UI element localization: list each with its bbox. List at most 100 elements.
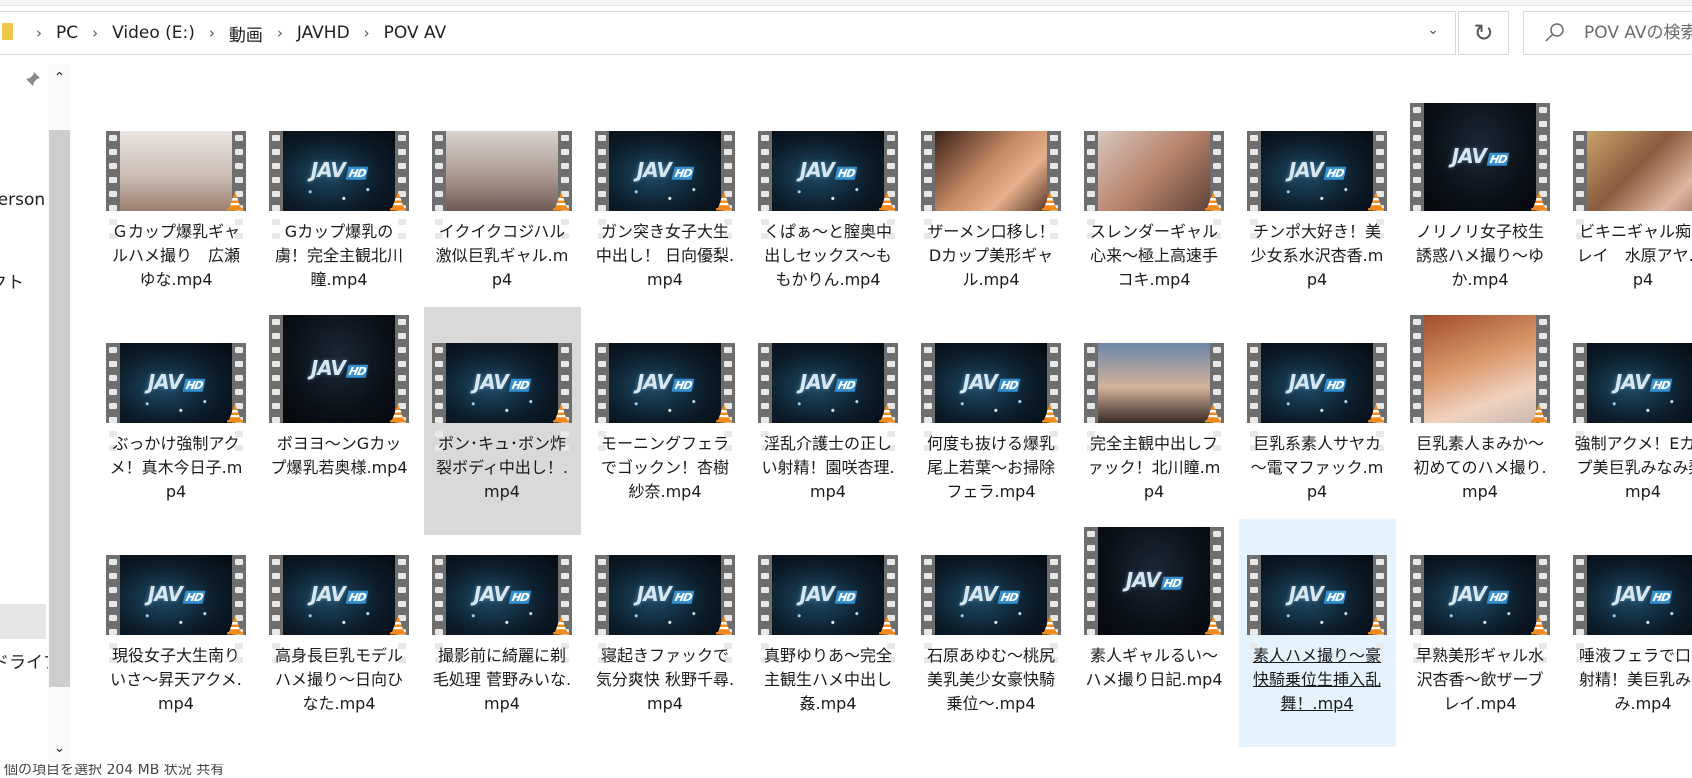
thumbnail-frame: JAV HD [935,343,1047,423]
file-item[interactable]: JAV HD ボヨヨ～ンGカップ爆乳若奥様.mp4 [261,307,418,535]
logo-text: JAV [799,581,835,606]
file-item[interactable]: JAV HD 巨乳系素人サヤカ～電マファック.mp4 [1239,307,1396,535]
film-strip [106,131,120,239]
file-item[interactable]: JAV HD ボン･キュ･ボン炸裂ボディ中出し！.mp4 [424,307,581,535]
file-item[interactable]: JAV HD 石原あゆむ～桃尻美乳美少女豪快騎乗位～.mp4 [913,519,1070,747]
scrollbar-thumb[interactable] [49,130,70,687]
chevron-right-icon[interactable]: › [24,24,54,42]
thumbnail-frame: JAV HD [1587,343,1692,423]
breadcrumb-video-drive[interactable]: Video (E:) [110,23,197,43]
file-item[interactable]: JAV HD 素人ハメ撮り～豪快騎乗位生挿入乱舞！.mp4 [1239,519,1396,747]
jav-hd-logo: JAV HD [609,158,721,182]
file-item[interactable]: JAV HD 淫乱介護士の正しい射精！園咲杏理.mp4 [750,307,907,535]
vlc-cone-icon [1042,616,1058,635]
nav-item-person[interactable]: Person [0,190,45,210]
logo-text: JAV [636,369,672,394]
file-name: モーニングフェラでゴックン！杏樹紗奈.mp4 [600,434,729,501]
file-item[interactable]: JAV HD ぶっかけ強制アクメ！真木今日子.mp4 [98,307,255,535]
vlc-cone-icon [1368,404,1384,423]
film-strip [432,131,446,239]
file-item[interactable]: JAV HD モーニングフェラでゴックン！杏樹紗奈.mp4 [587,307,744,535]
file-item[interactable]: 完全主観中出しファック！北川瞳.mp4 [1076,307,1233,535]
file-item[interactable]: JAV HD 何度も抜ける爆乳尾上若葉～お掃除フェラ.mp4 [913,307,1070,535]
thumbnail-frame: JAV HD [120,343,232,423]
film-strip [921,555,935,663]
file-item[interactable]: JAV HD 素人ギャルるい～ハメ撮り日記.mp4 [1076,519,1233,747]
pin-icon[interactable] [24,70,42,88]
video-thumbnail: JAV HD [758,343,898,451]
logo-badge: HD [834,378,858,392]
video-thumbnail: JAV HD [432,343,572,451]
video-thumbnail: JAV HD [595,343,735,451]
video-thumbnail: JAV HD [595,131,735,239]
file-item[interactable]: 巨乳素人まみか～初めてのハメ撮り.mp4 [1402,307,1559,535]
jav-hd-logo: JAV HD [1261,582,1373,606]
breadcrumb-javhd[interactable]: JAVHD [295,23,352,43]
file-item[interactable]: イクイクコジハル激似巨乳ギャル.mp4 [424,95,581,323]
thumbnail-frame: JAV HD [772,555,884,635]
logo-badge: HD [671,166,695,180]
file-item[interactable]: JAV HD 早熟美形ギャル水沢杏香～飲ザーブレイ.mp4 [1402,519,1559,747]
file-item[interactable]: JAV HD 寝起きファックで気分爽快 秋野千尋.mp4 [587,519,744,747]
nav-item-selected[interactable] [0,604,46,639]
jav-hd-logo: JAV HD [609,582,721,606]
file-item[interactable]: JAV HD 撮影前に綺麗に剃毛処理 菅野みいな.mp4 [424,519,581,747]
file-item[interactable]: ビキニギャル痴女レイ 水原アヤ.mp4 [1565,95,1692,323]
file-item[interactable]: JAV HD 真野ゆりあ～完全主観生ハメ中出し姦.mp4 [750,519,907,747]
vlc-cone-icon [390,192,406,211]
thumbnail-frame: JAV HD [609,131,721,211]
nav-item-object[interactable]: クト [0,268,24,293]
thumbnail-frame: JAV HD [1261,555,1373,635]
star-particles [128,607,224,629]
file-item[interactable]: スレンダーギャル心来～極上高速手コキ.mp4 [1076,95,1233,323]
file-item[interactable]: JAV HD くぱぁ～と膣奥中出しセックス～ももかりん.mp4 [750,95,907,323]
file-item[interactable]: JAV HD 高身長巨乳モデルハメ撮り～日向ひなた.mp4 [261,519,418,747]
status-bar: 個の項目を選択 204 MB 状況 共有 [0,764,1692,778]
file-item[interactable]: JAVHD 唾液フェラで口内射精！美巨乳みなみ.mp4 [1565,519,1692,747]
thumbnail-frame: JAV HD [446,555,558,635]
search-input[interactable] [1584,21,1692,45]
logo-text: JAV [310,581,346,606]
breadcrumb-douga[interactable]: 動画 [227,21,265,46]
video-thumbnail: JAV HD [432,555,572,663]
file-item[interactable]: JAV HD 現役女子大生南りいさ～昇天アクメ.mp4 [98,519,255,747]
video-thumbnail: JAV HD [758,555,898,663]
video-thumbnail: JAV HD [758,131,898,239]
file-name: ボン･キュ･ボン炸裂ボディ中出し！.mp4 [436,434,568,501]
scroll-down-arrow-icon[interactable]: ⌄ [48,734,71,762]
file-name: 強制アクメ！Eカップ美巨乳みなみ梨.mp4 [1574,434,1692,501]
star-particles [1595,395,1691,417]
logo-badge: HD [834,590,858,604]
jav-hd-logo: JAV HD [935,582,1047,606]
file-item[interactable]: ザーメン口移し！ Dカップ美形ギャル.mp4 [913,95,1070,323]
thumbnail-frame: JAV HD [446,343,558,423]
breadcrumb-pc[interactable]: PC [54,23,80,43]
file-item[interactable]: JAV HD チンポ大好き！美少女系水沢杏香.mp4 [1239,95,1396,323]
refresh-button[interactable]: ↻ [1459,11,1509,55]
chevron-right-icon[interactable]: › [80,24,110,42]
file-item[interactable]: JAV HD ガン突き女子大生中出し！ 日向優梨.mp4 [587,95,744,323]
film-strip [921,131,935,239]
video-thumbnail: JAV HD [1573,555,1692,663]
nav-item-drive-1[interactable]: ) [0,502,1,522]
jav-hd-logo: JAV HD [283,356,395,380]
chevron-right-icon[interactable]: › [197,24,227,42]
file-item[interactable]: JAV HD Gカップ爆乳の虜！完全主観北川瞳.mp4 [261,95,418,323]
video-thumbnail [432,131,572,239]
thumbnail-frame: JAV HD [1424,103,1536,211]
file-item[interactable]: JAV HD ノリノリ女子校生誘惑ハメ撮り～ゆか.mp4 [1402,95,1559,323]
logo-text: JAV [473,369,509,394]
file-grid: Ｇカップ爆乳ギャルハメ撮り 広瀬ゆな.mp4 JAV HD Gカップ爆乳の虜！完全主観… [106,103,1692,763]
video-thumbnail: JAV HD [1410,103,1550,211]
breadcrumb-pov-av[interactable]: POV AV [382,23,449,43]
file-item[interactable]: JAVHD 強制アクメ！Eカップ美巨乳みなみ梨.mp4 [1565,307,1692,535]
file-item[interactable]: Ｇカップ爆乳ギャルハメ撮り 広瀬ゆな.mp4 [98,95,255,323]
chevron-right-icon[interactable]: › [352,24,382,42]
nav-item-drive-2[interactable]: ) [0,536,1,556]
chevron-right-icon[interactable]: › [265,24,295,42]
scroll-up-arrow-icon[interactable]: ⌃ [48,64,71,92]
file-name: ぶっかけ強制アクメ！真木今日子.mp4 [109,434,243,501]
film-strip [758,131,772,239]
chevron-down-icon[interactable]: ⌄ [1420,22,1446,44]
star-particles [617,607,713,629]
